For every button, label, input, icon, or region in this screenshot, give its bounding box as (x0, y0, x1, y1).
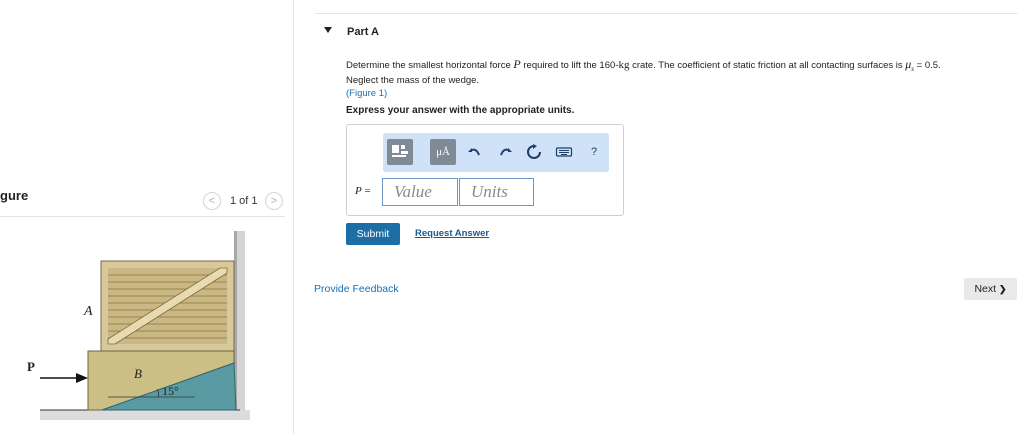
problem-text-1: Determine the smallest horizontal force (346, 60, 511, 71)
top-rule (315, 13, 1018, 14)
undo-icon[interactable] (466, 143, 484, 161)
label-B: B (134, 366, 142, 381)
mu-value: = 0.5. (916, 60, 941, 71)
pane-divider (293, 0, 294, 434)
keyboard-icon[interactable] (555, 143, 573, 161)
problem-text-2: required to lift the 160- (523, 60, 619, 71)
crate (100, 260, 235, 352)
chevron-right-icon: ❯ (998, 284, 1007, 294)
help-icon[interactable]: ? (585, 143, 603, 161)
value-input[interactable] (382, 178, 458, 206)
next-button[interactable]: Next ❯ (964, 278, 1017, 300)
mass-unit: kg (618, 59, 630, 71)
problem-text-3: crate. The coefficient of static frictio… (632, 60, 903, 71)
label-P: P (27, 359, 35, 374)
problem-text-4: Neglect the mass of the wedge. (346, 75, 480, 87)
figure-divider (0, 216, 285, 217)
mu-subscript: s (911, 64, 915, 73)
next-label: Next (974, 283, 997, 295)
answer-equals: = (364, 185, 371, 197)
ground (40, 410, 250, 420)
label-A: A (83, 304, 93, 319)
answer-variable: P (355, 185, 362, 197)
force-symbol: P (513, 57, 521, 71)
figure-title: gure (0, 188, 29, 203)
label-angle: 15° (162, 384, 179, 398)
arrow-head (76, 373, 88, 383)
figure-counter: 1 of 1 (230, 195, 258, 207)
answer-instruction: Express your answer with the appropriate… (346, 105, 575, 116)
units-input[interactable] (459, 178, 534, 206)
request-answer-link[interactable]: Request Answer (415, 228, 489, 239)
answer-variable-label: P = (355, 185, 371, 197)
chevron-right-icon[interactable]: > (265, 192, 283, 210)
triangle-down-icon[interactable] (324, 27, 332, 33)
figure-link[interactable]: (Figure 1) (346, 88, 387, 99)
provide-feedback-link[interactable]: Provide Feedback (314, 283, 399, 295)
template-icon[interactable] (387, 139, 413, 165)
reset-icon[interactable] (525, 143, 543, 161)
part-title[interactable]: Part A (347, 26, 379, 38)
problem-statement: Determine the smallest horizontal force … (346, 58, 1006, 100)
chevron-left-icon[interactable]: < (203, 192, 221, 210)
submit-button[interactable]: Submit (346, 223, 400, 245)
figure-diagram: A B P 15° (27, 231, 250, 420)
units-button[interactable]: μÅ (430, 139, 456, 165)
wall (236, 231, 245, 411)
redo-icon[interactable] (496, 143, 514, 161)
